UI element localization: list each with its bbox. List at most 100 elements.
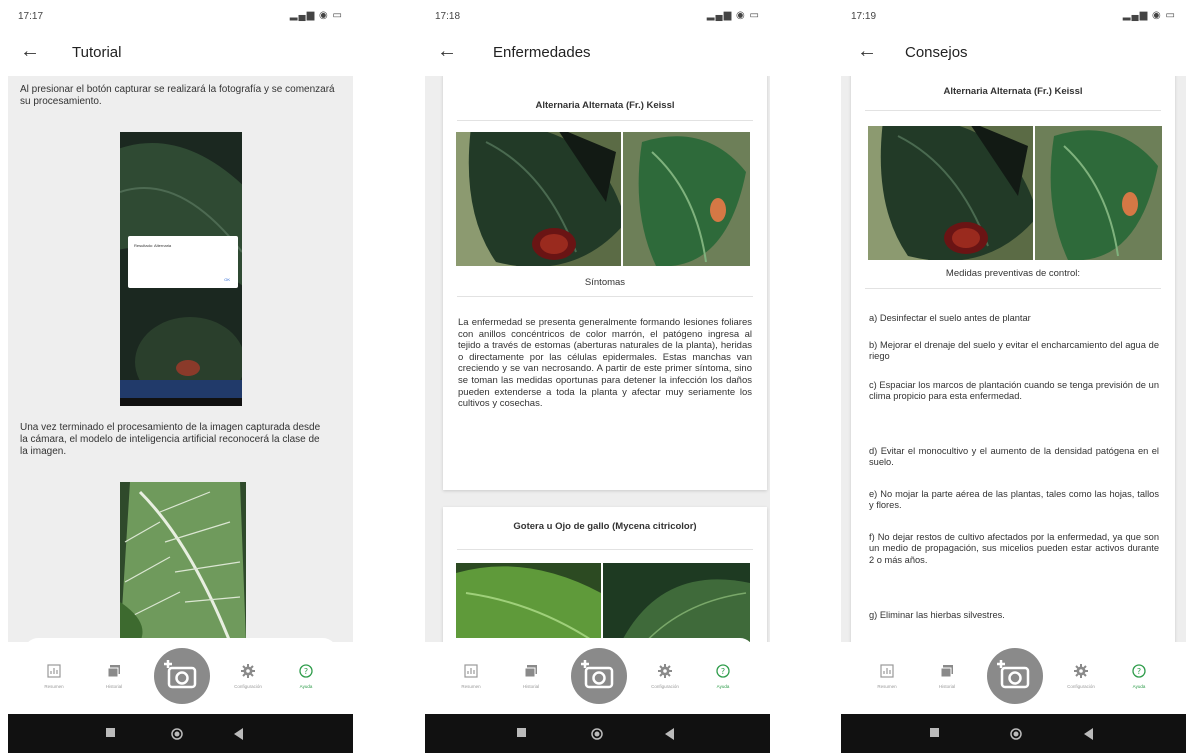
nav-label: Historial (105, 684, 123, 689)
divider (457, 296, 753, 297)
back-arrow-icon[interactable]: ← (20, 41, 40, 61)
camera-icon (997, 660, 1030, 689)
page-title: Enfermedades (493, 44, 591, 61)
nav-ayuda[interactable]: ? Ayuda (278, 664, 334, 689)
nav-historial[interactable]: Historial (503, 664, 559, 689)
back-arrow-icon[interactable]: ← (437, 41, 457, 61)
back-triangle-icon[interactable] (234, 728, 244, 740)
home-circle-icon[interactable] (591, 728, 603, 740)
disease-card-gotera: Gotera u Ojo de gallo (Mycena citricolor… (443, 507, 767, 642)
home-circle-icon[interactable] (171, 728, 183, 740)
symptoms-caption: Síntomas (584, 277, 626, 288)
nav-resumen[interactable]: Resumen (443, 664, 499, 689)
recents-square-icon[interactable] (106, 728, 116, 738)
nav-resumen[interactable]: Resumen (859, 664, 915, 689)
diseases-list[interactable]: Alternaria Alternata (Fr.) Keissl Síntom… (425, 76, 770, 642)
back-triangle-icon[interactable] (665, 728, 675, 740)
measure-a: a) Desinfectar el suelo antes de plantar (869, 313, 1031, 323)
disease-card-alternaria: Alternaria Alternata (Fr.) Keissl Síntom… (443, 76, 767, 490)
disease-description: La enfermedad se presenta generalmente f… (458, 317, 752, 410)
help-circle-icon: ? (1132, 664, 1146, 678)
measure-g: g) Eliminar las hierbas silvestres. (869, 610, 1005, 620)
card-title: Alternaria Alternata (Fr.) Keissl (535, 100, 675, 111)
recents-square-icon[interactable] (517, 728, 527, 738)
dialog-title: Resultado: Alternaria (134, 243, 172, 248)
nav-configuracion[interactable]: Configuración (220, 664, 276, 689)
status-bar: 17:17 ▂▄▆ ◉ ▭ (8, 0, 353, 30)
nav-configuracion[interactable]: Configuración (1053, 664, 1109, 689)
nav-ayuda[interactable]: ? Ayuda (695, 664, 751, 689)
system-navigation-bar (841, 714, 1186, 753)
camera-icon (164, 660, 197, 689)
nav-historial[interactable]: Historial (86, 664, 142, 689)
nav-label: Historial (522, 684, 540, 689)
nav-label: Resumen (877, 684, 897, 689)
bottom-navigation: Resumen Historial Configuración ? Ayuda (857, 638, 1170, 714)
tutorial-text-2: Una vez terminado el procesamiento de la… (20, 422, 321, 457)
nav-label: Ayuda (299, 684, 313, 689)
back-triangle-icon[interactable] (1084, 728, 1094, 740)
chart-icon (47, 664, 61, 678)
capture-camera-button[interactable] (154, 648, 210, 704)
result-dialog: Resultado: Alternaria OK (128, 236, 238, 288)
advice-content[interactable]: Alternaria Alternata (Fr.) Keissl Medida… (841, 76, 1186, 642)
nav-ayuda[interactable]: ? Ayuda (1111, 664, 1167, 689)
nav-label: Resumen (44, 684, 64, 689)
nav-label: Ayuda (716, 684, 730, 689)
page-title: Tutorial (72, 44, 122, 61)
status-time: 17:17 (18, 11, 44, 22)
disease-image (456, 563, 750, 642)
help-circle-icon: ? (716, 664, 730, 678)
divider (457, 120, 753, 121)
bottom-navigation: Resumen Historial Configuración ? Ayuda (441, 638, 754, 714)
nav-resumen[interactable]: Resumen (26, 664, 82, 689)
tutorial-content[interactable]: Al presionar el botón capturar se realiz… (8, 76, 353, 642)
gallery-icon (524, 665, 537, 678)
app-bar: ← Enfermedades (425, 30, 770, 76)
capture-camera-button[interactable] (571, 648, 627, 704)
tutorial-leaf-image (120, 482, 246, 642)
home-circle-icon[interactable] (1010, 728, 1022, 740)
help-circle-icon: ? (299, 664, 313, 678)
nav-label: Configuración (234, 684, 262, 689)
capture-camera-button[interactable] (987, 648, 1043, 704)
nav-label: Configuración (651, 684, 679, 689)
measure-b: b) Mejorar el drenaje del suelo y evitar… (869, 340, 1159, 362)
nav-historial[interactable]: Historial (919, 664, 975, 689)
recents-square-icon[interactable] (930, 728, 940, 738)
gear-icon (658, 664, 672, 678)
chart-icon (880, 664, 894, 678)
bottom-navigation: Resumen Historial Configuración ? Ayuda (24, 638, 337, 714)
tutorial-text-1: Al presionar el botón capturar se realiz… (20, 84, 335, 107)
status-bar: 17:18 ▂▄▆ ◉ ▭ (425, 0, 770, 30)
back-arrow-icon[interactable]: ← (857, 41, 877, 61)
phone-screen-consejos: 17:19 ▂▄▆ ◉ ▭ ← Consejos Alternaria Alte… (841, 0, 1186, 753)
svg-text:?: ? (1137, 667, 1141, 676)
svg-text:?: ? (721, 667, 725, 676)
measure-f: f) No dejar restos de cultivo afectados … (869, 532, 1159, 565)
app-bar: ← Tutorial (8, 30, 353, 76)
divider (457, 549, 753, 550)
dialog-ok-button[interactable]: OK (224, 277, 230, 282)
measure-e: e) No mojar la parte aérea de las planta… (869, 489, 1159, 511)
status-time: 17:19 (851, 11, 877, 22)
gallery-icon (107, 665, 120, 678)
gear-icon (241, 664, 255, 678)
gear-icon (1074, 664, 1088, 678)
measures-caption: Medidas preventivas de control: (945, 268, 1081, 279)
tutorial-screenshot-capture: Resultado: Alternaria OK (120, 132, 242, 406)
signal-wifi-battery-icon: ▂▄▆ ◉ ▭ (706, 10, 760, 21)
phone-screen-enfermedades: 17:18 ▂▄▆ ◉ ▭ ← Enfermedades Alternaria … (425, 0, 770, 753)
nav-label: Configuración (1067, 684, 1095, 689)
nav-label: Ayuda (1132, 684, 1146, 689)
advice-card-alternaria: Alternaria Alternata (Fr.) Keissl Medida… (851, 76, 1175, 642)
app-bar: ← Consejos (841, 30, 1186, 76)
divider (865, 110, 1161, 111)
camera-icon (581, 660, 614, 689)
measure-d: d) Evitar el monocultivo y el aumento de… (869, 446, 1159, 468)
phone-screen-tutorial: 17:17 ▂▄▆ ◉ ▭ ← Tutorial Al presionar el… (8, 0, 353, 753)
nav-label: Resumen (461, 684, 481, 689)
system-navigation-bar (8, 714, 353, 753)
nav-configuracion[interactable]: Configuración (637, 664, 693, 689)
system-navigation-bar (425, 714, 770, 753)
